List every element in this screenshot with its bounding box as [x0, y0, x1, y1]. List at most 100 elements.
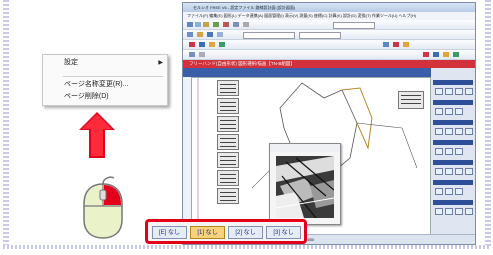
panel-section-header [433, 80, 473, 85]
toolbar-combo[interactable] [333, 22, 375, 29]
tool-icon[interactable] [445, 168, 453, 175]
toolbar-button-icon[interactable] [189, 42, 195, 47]
slide-frame: 設定 ▶ ページ名称変更(R)... ページ削除(D) セルシオ FREE V6… [0, 0, 493, 255]
label-block [217, 152, 239, 168]
tool-icon[interactable] [455, 88, 463, 95]
toolbar-button-icon[interactable] [433, 52, 439, 57]
tool-icon[interactable] [445, 88, 453, 95]
view-toolbar[interactable] [183, 68, 433, 77]
tool-icon[interactable] [465, 88, 473, 95]
application-window: セルシオ FREE V6 - 設定ファイル 路線設計図 (設計図面) ファイル(… [182, 2, 476, 245]
toolbar-button-icon[interactable] [219, 42, 225, 47]
tool-icon[interactable] [435, 208, 443, 215]
toolbar-combo[interactable] [243, 32, 295, 39]
tool-icon[interactable] [455, 188, 463, 195]
page-tabs-highlight: [E] なし [1] なし [2] なし [3] なし [145, 219, 307, 244]
toolbar-button-icon[interactable] [383, 42, 389, 47]
tool-icon[interactable] [435, 168, 443, 175]
decorative-border-bottom [3, 245, 489, 249]
toolbar-button-icon[interactable] [223, 22, 229, 27]
panel-section-header [433, 180, 473, 185]
toolbar-button-icon[interactable] [213, 22, 219, 27]
tool-icon[interactable] [445, 108, 453, 115]
toolbar-button-icon[interactable] [199, 52, 205, 57]
label-block [217, 98, 239, 114]
toolbar-4[interactable] [183, 50, 475, 60]
panel-section-header [433, 140, 473, 145]
toolbar-button-icon[interactable] [207, 32, 213, 37]
menu-separator [63, 76, 163, 77]
popup-title-bar [270, 144, 340, 152]
tool-icon[interactable] [445, 148, 453, 155]
tool-icon[interactable] [465, 168, 473, 175]
toolbar-2[interactable] [183, 30, 475, 40]
toolbar-button-icon[interactable] [423, 52, 429, 57]
tool-icon[interactable] [465, 208, 473, 215]
toolbar-button-icon[interactable] [195, 22, 201, 27]
toolbar-button-icon[interactable] [233, 22, 239, 27]
toolbar-button-icon[interactable] [187, 22, 193, 27]
tool-icon[interactable] [435, 128, 443, 135]
tool-icon[interactable] [465, 128, 473, 135]
tool-icon[interactable] [455, 208, 463, 215]
tool-icon[interactable] [435, 148, 443, 155]
label-block [217, 188, 239, 204]
window-title: セルシオ FREE V6 - 設定ファイル 路線設計図 (設計図面) [183, 3, 475, 12]
toolbar-combo[interactable] [299, 32, 341, 39]
tool-icon[interactable] [435, 108, 443, 115]
tool-icon[interactable] [455, 168, 463, 175]
mode-header-bar: フリーハンド(自由形状) 図形選択/描画【TN-B組図】 [183, 60, 475, 68]
page-tab-1[interactable]: [1] なし [190, 226, 225, 239]
decorative-border-right [485, 0, 491, 246]
label-block [217, 80, 239, 96]
toolbar-button-icon[interactable] [403, 42, 409, 47]
label-block [217, 116, 239, 132]
page-tab-3[interactable]: [3] なし [266, 226, 301, 239]
label-block [398, 91, 424, 109]
page-tab-e[interactable]: [E] なし [152, 226, 187, 239]
toolbar-button-icon[interactable] [187, 32, 193, 37]
page-tab-2[interactable]: [2] なし [228, 226, 263, 239]
tool-icon[interactable] [435, 188, 443, 195]
tool-icon[interactable] [435, 88, 443, 95]
label-block [217, 134, 239, 150]
panel-section-header [433, 120, 473, 125]
menu-item-delete-page[interactable]: ページ削除(D) [43, 91, 167, 103]
toolbar-button-icon[interactable] [199, 42, 205, 47]
page-tab-context-menu: 設定 ▶ ページ名称変更(R)... ページ削除(D) [42, 54, 168, 106]
decorative-border-left [3, 0, 9, 246]
toolbar-1[interactable] [183, 20, 475, 30]
toolbar-button-icon[interactable] [243, 22, 249, 27]
toolbar-button-icon[interactable] [393, 42, 399, 47]
panel-section-header [433, 100, 473, 105]
menu-item-rename-page[interactable]: ページ名称変更(R)... [43, 79, 167, 91]
red-up-arrow-icon [79, 112, 115, 158]
menu-item-label: ページ削除(D) [64, 93, 109, 100]
mouse-right-click-icon [83, 176, 123, 239]
panel-section-header [433, 200, 473, 205]
tool-icon[interactable] [455, 108, 463, 115]
toolbar-button-icon[interactable] [217, 32, 223, 37]
toolbar-button-icon[interactable] [209, 42, 215, 47]
tool-icon[interactable] [455, 148, 463, 155]
menu-item-label: ページ名称変更(R)... [64, 81, 129, 88]
toolbar-button-icon[interactable] [189, 52, 195, 57]
menu-bar[interactable]: ファイル(F) 編集(E) 図形(L) データ連携(A) 図面管理(I) 表示(… [183, 12, 475, 20]
tool-icon[interactable] [445, 208, 453, 215]
toolbar-button-icon[interactable] [197, 32, 203, 37]
right-tool-panel [431, 68, 475, 234]
toolbar-button-icon[interactable] [453, 52, 459, 57]
submenu-arrow-icon: ▶ [158, 60, 163, 66]
toolbar-button-icon[interactable] [443, 52, 449, 57]
tool-icon[interactable] [455, 128, 463, 135]
label-block [217, 170, 239, 186]
toolbar-button-icon[interactable] [203, 22, 209, 27]
tool-icon[interactable] [445, 128, 453, 135]
toolbar-3[interactable] [183, 40, 475, 50]
panel-section-header [433, 160, 473, 165]
menu-item-settings[interactable]: 設定 ▶ [43, 57, 167, 69]
tool-icon[interactable] [445, 188, 453, 195]
image-preview-popup[interactable] [269, 143, 341, 225]
aerial-photo [276, 156, 334, 218]
menu-item-label: 設定 [64, 59, 78, 66]
